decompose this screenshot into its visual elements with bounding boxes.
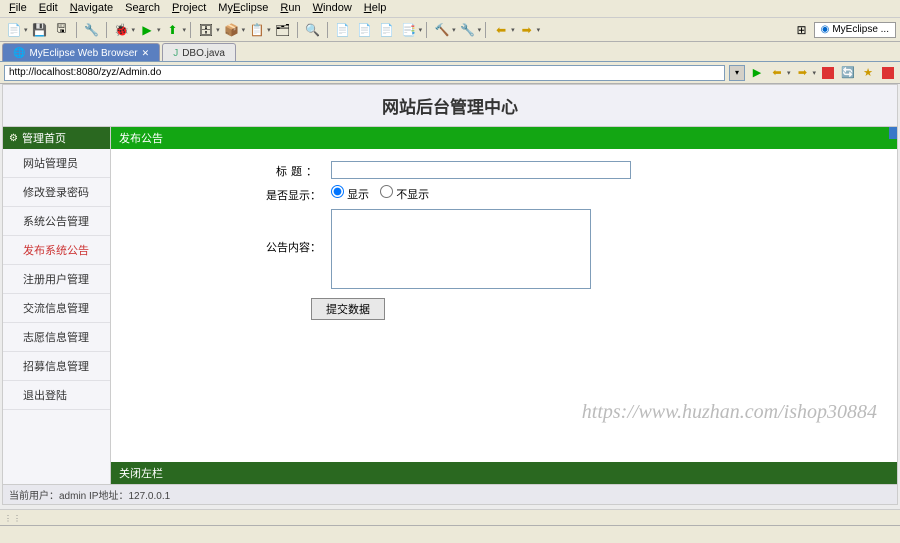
menu-project[interactable]: Project (167, 2, 211, 15)
server-icon[interactable]: 🗄 (196, 21, 216, 39)
ide-status-sep (0, 509, 900, 525)
label-body: 公告内容： (111, 209, 331, 255)
save-all-icon[interactable]: 🖫 (52, 21, 72, 39)
forward-icon[interactable]: ➡ (517, 21, 537, 39)
menu-run[interactable]: Run (275, 2, 305, 15)
perspective-label[interactable]: ◉ MyEclipse ... (814, 22, 896, 38)
web-page: 网站后台管理中心 ⚙ 管理首页 网站管理员 修改登录密码 系统公告管理 发布系统… (2, 84, 898, 505)
content-header: 发布公告 (111, 127, 897, 149)
menu-myeclipse[interactable]: MyEclipse (213, 2, 273, 15)
favorite-icon[interactable]: ★ (860, 65, 876, 81)
go-icon[interactable]: ▶ (749, 65, 765, 81)
tool-icon-10[interactable]: 🔨 (432, 21, 452, 39)
tool-icon-11[interactable]: 🔧 (458, 21, 478, 39)
sidebar-item-0[interactable]: 网站管理员 (3, 149, 110, 178)
menu-edit[interactable]: Edit (34, 2, 63, 15)
tool-icon-9[interactable]: 📑 (399, 21, 419, 39)
stop-icon[interactable] (820, 65, 836, 81)
label-title: 标题： (111, 161, 331, 179)
label-show: 是否显示： (111, 185, 331, 203)
gear-icon: ⚙ (9, 133, 18, 144)
sidebar-item-1[interactable]: 修改登录密码 (3, 178, 110, 207)
menu-search[interactable]: Search (120, 2, 165, 15)
menu-navigate[interactable]: Navigate (65, 2, 118, 15)
tool-icon-6[interactable]: 📄 (333, 21, 353, 39)
sidebar-item-6[interactable]: 志愿信息管理 (3, 323, 110, 352)
nav-icon-1[interactable]: ⬅ (769, 65, 785, 81)
tab-browser[interactable]: 🌐 MyEclipse Web Browser ✕ (2, 43, 160, 61)
page-status-bar: 当前用户：admin IP地址：127.0.0.1 (3, 484, 897, 504)
close-icon[interactable]: ✕ (142, 48, 150, 59)
sidebar-item-4[interactable]: 注册用户管理 (3, 265, 110, 294)
radio-show-yes-label[interactable]: 显示 (331, 189, 372, 201)
menu-file[interactable]: File (4, 2, 32, 15)
submit-button[interactable]: 提交数据 (311, 298, 385, 320)
url-dropdown[interactable]: ▾ (729, 65, 745, 81)
editor-tabs: 🌐 MyEclipse Web Browser ✕ J DBO.java (0, 42, 900, 62)
tool-icon-3[interactable]: 📋 (247, 21, 267, 39)
sidebar: ⚙ 管理首页 网站管理员 修改登录密码 系统公告管理 发布系统公告 注册用户管理… (3, 127, 111, 484)
tool-icon-4[interactable]: 🗂 (273, 21, 293, 39)
java-file-icon: J (173, 48, 178, 59)
url-input[interactable] (4, 65, 725, 81)
radio-show-yes[interactable] (331, 185, 344, 198)
ide-toolbar: 📄▾ 💾 🖫 🔧 🐞▾ ▶▾ ⬆▾ 🗄▾ 📦▾ 📋▾ 🗂 🔍 📄 📄 📄 📑▾ … (0, 18, 900, 42)
ide-menubar: File Edit Navigate Search Project MyEcli… (0, 0, 900, 18)
package-icon[interactable]: 📦 (222, 21, 242, 39)
save-icon[interactable]: 💾 (30, 21, 50, 39)
tool-icon-8[interactable]: 📄 (377, 21, 397, 39)
back-icon[interactable]: ⬅ (491, 21, 511, 39)
scrollbar-hint (889, 127, 897, 139)
sidebar-item-3[interactable]: 发布系统公告 (3, 236, 110, 265)
radio-show-no[interactable] (380, 185, 393, 198)
announcement-form: 标题： 是否显示： 显示 不显示 (111, 149, 897, 326)
stop2-icon[interactable] (880, 65, 896, 81)
tool-icon-1[interactable]: 🔧 (82, 21, 102, 39)
run-icon[interactable]: ▶ (137, 21, 157, 39)
page-title: 网站后台管理中心 (3, 85, 897, 127)
sidebar-header[interactable]: ⚙ 管理首页 (3, 127, 110, 149)
tab-dbo-java[interactable]: J DBO.java (162, 43, 236, 61)
input-title[interactable] (331, 161, 631, 179)
tool-icon-5[interactable]: 🔍 (303, 21, 323, 39)
sidebar-item-5[interactable]: 交流信息管理 (3, 294, 110, 323)
menu-window[interactable]: Window (308, 2, 357, 15)
refresh-icon[interactable]: 🔄 (840, 65, 856, 81)
sidebar-item-7[interactable]: 招募信息管理 (3, 352, 110, 381)
globe-icon: 🌐 (13, 48, 25, 59)
tool-icon-7[interactable]: 📄 (355, 21, 375, 39)
debug-icon[interactable]: 🐞 (112, 21, 132, 39)
drag-handle-icon: ⋮⋮ (4, 514, 22, 523)
radio-show-no-label[interactable]: 不显示 (380, 189, 429, 201)
sidebar-item-8[interactable]: 退出登陆 (3, 381, 110, 410)
menu-help[interactable]: Help (359, 2, 392, 15)
nav-icon-2[interactable]: ➡ (794, 65, 810, 81)
textarea-body[interactable] (331, 209, 591, 289)
content-panel: 发布公告 标题： 是否显示： 显示 不显示 (111, 127, 897, 484)
tool-icon-2[interactable]: ⬆ (163, 21, 183, 39)
ide-status-bar (0, 525, 900, 543)
perspective-open-icon[interactable]: ⊞ (792, 21, 812, 39)
content-footer[interactable]: 关闭左栏 (111, 462, 897, 484)
sidebar-item-2[interactable]: 系统公告管理 (3, 207, 110, 236)
address-bar: ▾ ▶ ⬅▾ ➡▾ 🔄 ★ (0, 62, 900, 84)
new-icon[interactable]: 📄 (4, 21, 24, 39)
